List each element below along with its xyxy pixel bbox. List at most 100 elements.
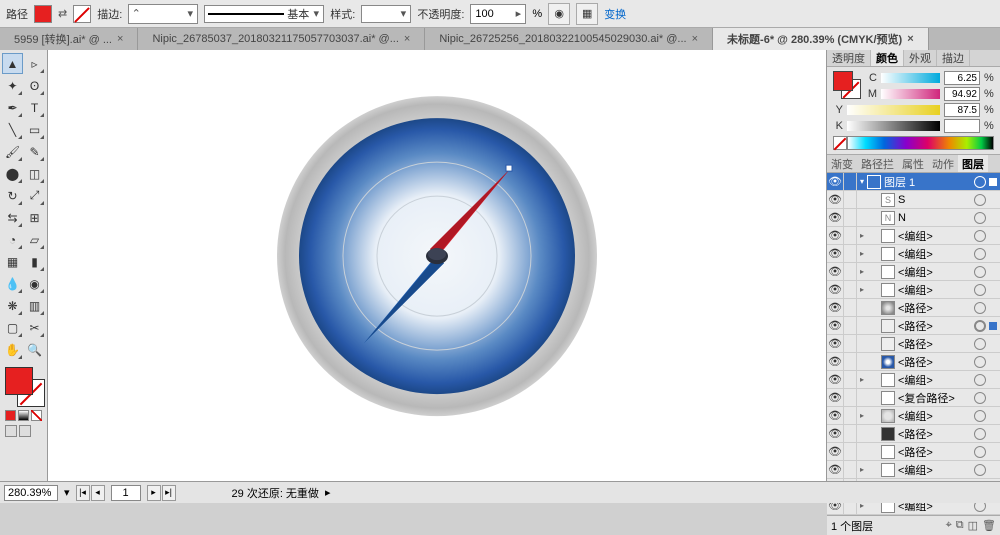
screen-normal[interactable]: [5, 425, 17, 437]
slider-m[interactable]: [881, 89, 940, 99]
visibility-icon[interactable]: 👁: [827, 391, 843, 404]
graph-tool[interactable]: ▥: [24, 295, 45, 316]
target-icon[interactable]: [974, 302, 986, 314]
lock-cell[interactable]: [843, 281, 857, 298]
artboard-tool[interactable]: ▢: [2, 317, 23, 338]
pen-tool[interactable]: ✒: [2, 97, 23, 118]
lock-cell[interactable]: [843, 443, 857, 460]
transform-link[interactable]: 变换: [604, 6, 626, 22]
layer-row[interactable]: 👁▸<编组>: [827, 371, 1000, 389]
target-icon[interactable]: [974, 248, 986, 260]
visibility-icon[interactable]: 👁: [827, 211, 843, 224]
disclosure-icon[interactable]: ▸: [857, 231, 867, 240]
layer-row[interactable]: 👁▸<编组>: [827, 263, 1000, 281]
target-icon[interactable]: [974, 212, 986, 224]
stroke-profile[interactable]: 基本▾: [204, 5, 324, 23]
rect-tool[interactable]: ▭: [24, 119, 45, 140]
first-page-icon[interactable]: |◂: [76, 485, 90, 501]
target-icon[interactable]: [974, 320, 986, 332]
ltab-layers[interactable]: 图层: [958, 155, 988, 172]
input-m[interactable]: [944, 87, 980, 101]
target-icon[interactable]: [974, 356, 986, 368]
canvas[interactable]: [48, 50, 826, 481]
align-icon[interactable]: ▦: [576, 3, 598, 25]
lock-cell[interactable]: [843, 425, 857, 442]
visibility-icon[interactable]: 👁: [827, 463, 843, 476]
page-field[interactable]: [111, 485, 141, 501]
disclosure-icon[interactable]: ▸: [857, 267, 867, 276]
layer-row[interactable]: 👁<复合路径>: [827, 389, 1000, 407]
scale-tool[interactable]: ⤢: [24, 185, 45, 206]
close-icon[interactable]: ×: [907, 33, 913, 45]
ltab-attr[interactable]: 属性: [898, 155, 928, 172]
doc-tab-1[interactable]: Nipic_26785037_20180321175057703037.ai* …: [138, 28, 425, 50]
lock-cell[interactable]: [843, 173, 857, 190]
target-icon[interactable]: [974, 194, 986, 206]
layer-row[interactable]: 👁▾图层 1: [827, 173, 1000, 191]
zoom-tool[interactable]: 🔍: [24, 339, 45, 360]
lock-cell[interactable]: [843, 407, 857, 424]
lock-cell[interactable]: [843, 461, 857, 478]
ltab-actions[interactable]: 动作: [928, 155, 958, 172]
layer-row[interactable]: 👁<路径>: [827, 353, 1000, 371]
direct-select-tool[interactable]: ▹: [24, 53, 45, 74]
none-mode[interactable]: [31, 410, 42, 421]
type-tool[interactable]: T: [24, 97, 45, 118]
layer-row[interactable]: 👁▸<编组>: [827, 407, 1000, 425]
pencil-tool[interactable]: ✎: [24, 141, 45, 162]
slice-tool[interactable]: ✂: [24, 317, 45, 338]
lock-cell[interactable]: [843, 317, 857, 334]
lasso-tool[interactable]: ʘ: [24, 75, 45, 96]
zoom-field[interactable]: [4, 485, 58, 501]
target-icon[interactable]: [974, 338, 986, 350]
layer-row[interactable]: 👁▸<编组>: [827, 281, 1000, 299]
selection-tool[interactable]: ▲: [2, 53, 23, 74]
layer-row[interactable]: 👁▸<编组>: [827, 227, 1000, 245]
target-icon[interactable]: [974, 266, 986, 278]
line-tool[interactable]: ╲: [2, 119, 23, 140]
ltab-pathfinder[interactable]: 路径拦: [857, 155, 898, 172]
prev-page-icon[interactable]: ◂: [91, 485, 105, 501]
disclosure-icon[interactable]: ▾: [857, 177, 867, 186]
swap-icon[interactable]: ⇄: [58, 7, 67, 20]
status-menu-icon[interactable]: ▸: [325, 486, 331, 499]
panel-tab-appearance[interactable]: 外观: [904, 50, 937, 66]
disclosure-icon[interactable]: ▸: [857, 285, 867, 294]
last-page-icon[interactable]: ▸|: [162, 485, 176, 501]
layer-row[interactable]: 👁<路径>: [827, 443, 1000, 461]
disclosure-icon[interactable]: ▸: [857, 375, 867, 384]
slider-c[interactable]: [881, 73, 940, 83]
visibility-icon[interactable]: 👁: [827, 445, 843, 458]
lock-cell[interactable]: [843, 245, 857, 262]
visibility-icon[interactable]: 👁: [827, 193, 843, 206]
layer-row[interactable]: 👁▸<编组>: [827, 245, 1000, 263]
doc-tab-2[interactable]: Nipic_26725256_20180322100545029030.ai* …: [425, 28, 713, 50]
perspective-tool[interactable]: ▱: [24, 229, 45, 250]
shape-builder-tool[interactable]: ◔: [2, 229, 23, 250]
target-icon[interactable]: [974, 428, 986, 440]
layer-row[interactable]: 👁S: [827, 191, 1000, 209]
symbol-spray-tool[interactable]: ❋: [2, 295, 23, 316]
lock-cell[interactable]: [843, 263, 857, 280]
target-icon[interactable]: [974, 374, 986, 386]
disclosure-icon[interactable]: ▸: [857, 411, 867, 420]
magic-wand-tool[interactable]: ✦: [2, 75, 23, 96]
visibility-icon[interactable]: 👁: [827, 283, 843, 296]
mesh-tool[interactable]: ▦: [2, 251, 23, 272]
slider-k[interactable]: [847, 121, 940, 131]
gradient-tool[interactable]: ▮: [24, 251, 45, 272]
target-icon[interactable]: [974, 176, 986, 188]
panel-tab-color[interactable]: 颜色: [871, 50, 904, 66]
layer-row[interactable]: 👁<路径>: [827, 425, 1000, 443]
gradient-mode[interactable]: [18, 410, 29, 421]
lock-cell[interactable]: [843, 227, 857, 244]
target-icon[interactable]: [974, 410, 986, 422]
brush-tool[interactable]: 🖌: [2, 141, 23, 162]
close-icon[interactable]: ×: [404, 33, 410, 45]
target-icon[interactable]: [974, 284, 986, 296]
eraser-tool[interactable]: ◫: [24, 163, 45, 184]
input-y[interactable]: [944, 103, 980, 117]
new-layer-icon[interactable]: ◫: [968, 519, 978, 532]
visibility-icon[interactable]: 👁: [827, 427, 843, 440]
lock-cell[interactable]: [843, 191, 857, 208]
